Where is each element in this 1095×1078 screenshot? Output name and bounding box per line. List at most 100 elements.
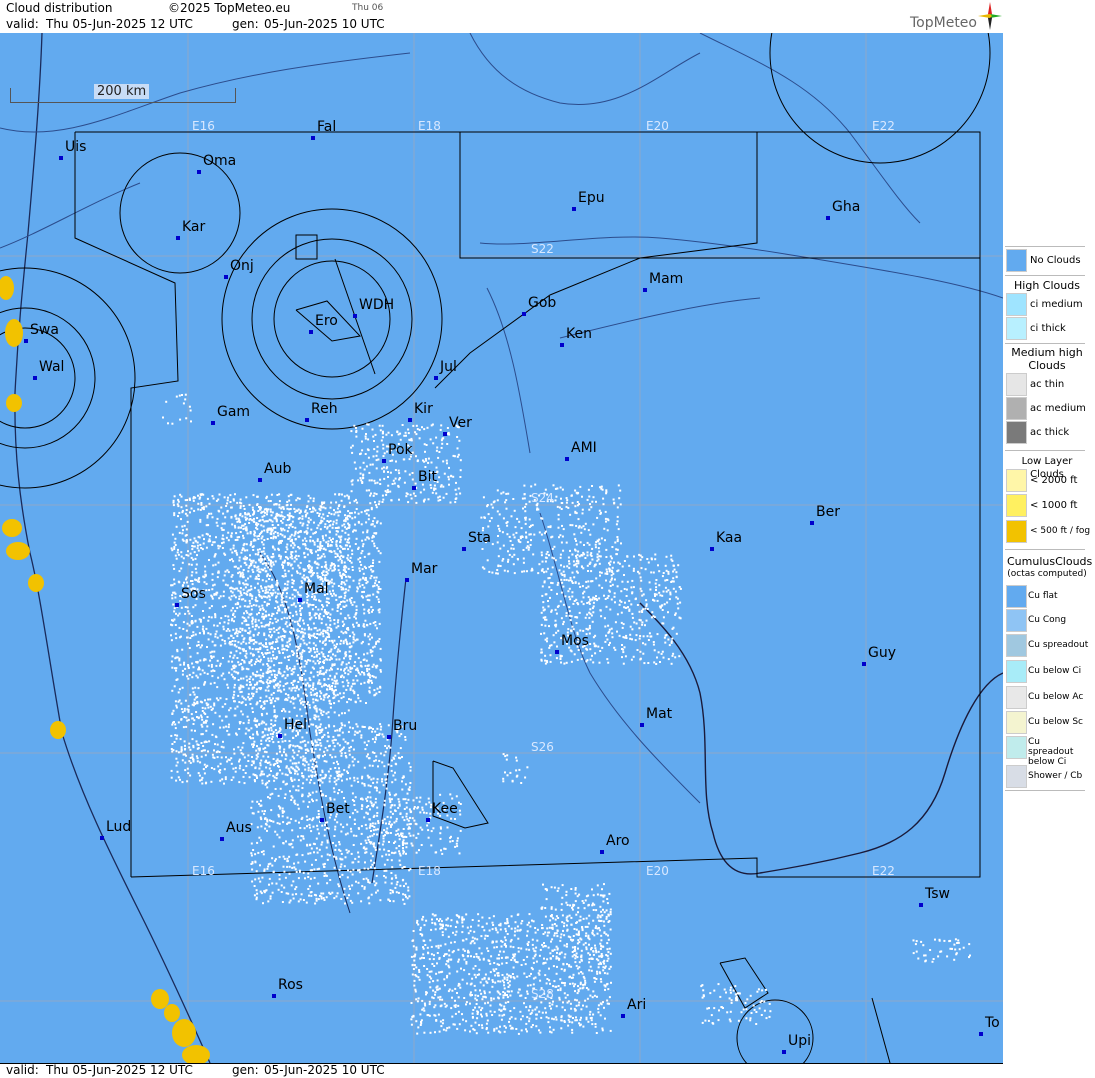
place-marker [572,207,576,211]
place-label: AMI [571,440,597,456]
river-border [640,603,1003,874]
legend-medium-header: Medium high Clouds [1007,346,1087,372]
legend-swatch [1006,609,1027,632]
grid-label-e18-top: E18 [418,119,441,133]
place-marker [100,836,104,840]
place-label: Sta [468,530,491,546]
place-label: Guy [868,645,896,661]
place-label: Mat [646,706,672,722]
place-label: Epu [578,190,605,206]
place-marker [387,735,391,739]
grid-label-e22-bottom: E22 [872,864,895,878]
place-label: Hel [284,717,307,733]
footer-valid-label: valid: [6,1063,39,1077]
compass-logo-icon [978,2,1002,30]
place-marker [826,216,830,220]
place-label: Gob [528,295,556,311]
place-label: Ari [627,997,646,1013]
legend-swatch [1006,736,1027,759]
place-label: Kir [414,401,433,417]
legend-swatch [1006,421,1027,444]
place-label: Tsw [925,886,950,902]
legend-swatch [1006,520,1027,543]
scale-bar-label: 200 km [94,84,149,99]
place-marker [320,818,324,822]
place-marker [443,432,447,436]
place-marker [782,1050,786,1054]
place-marker [560,343,564,347]
place-label: Gam [217,404,250,420]
gen-value: 05-Jun-2025 10 UTC [264,17,385,31]
graticule [0,33,1003,1063]
place-label: WDH [359,297,394,313]
grid-label-e22-top: E22 [872,119,895,133]
place-marker [412,486,416,490]
place-marker [434,376,438,380]
airspace-outlines [0,33,990,1063]
map-header: Cloud distribution ©2025 TopMeteo.eu Thu… [0,0,1003,34]
grid-label-e16-top: E16 [192,119,215,133]
place-label: Ros [278,977,303,993]
legend-label: Shower / Cb [1028,771,1082,781]
place-marker [353,314,357,318]
place-marker [408,418,412,422]
place-label: Upi [788,1033,811,1049]
place-marker [175,603,179,607]
legend-swatch [1006,585,1027,608]
place-label: Bet [326,801,350,817]
gen-label: gen: [232,17,259,31]
place-label: Mos [561,633,589,649]
place-marker [555,650,559,654]
place-marker [220,837,224,841]
copyright: ©2025 TopMeteo.eu [168,1,290,15]
legend-swatch [1006,686,1027,709]
grid-label-e18-bottom: E18 [418,864,441,878]
place-marker [862,662,866,666]
place-marker [710,547,714,551]
place-label: Ken [566,326,592,342]
place-label: Pok [388,442,413,458]
legend-swatch [1006,765,1027,788]
legend-swatch [1006,373,1027,396]
legend-cu-subheader: (octas computed) [1007,568,1087,581]
legend-swatch [1006,660,1027,683]
place-marker [224,275,228,279]
place-label: Aub [264,461,291,477]
legend-label: No Clouds [1030,255,1081,266]
place-marker [278,734,282,738]
place-marker [176,236,180,240]
place-marker [919,903,923,907]
place-marker [24,339,28,343]
place-label: Uis [65,139,86,155]
legend-swatch [1006,317,1027,340]
place-label: Oma [203,153,236,169]
legend-label: < 500 ft / fog [1030,526,1090,536]
place-marker [600,850,604,854]
place-marker [298,598,302,602]
legend-swatch [1006,293,1027,316]
place-label: Ero [315,313,338,329]
grid-label-e20-bottom: E20 [646,864,669,878]
place-label: Kaa [716,530,742,546]
day-short: Thu 06 [352,3,383,13]
place-label: Mar [411,561,437,577]
place-label: Gha [832,199,860,215]
legend-swatch [1006,634,1027,657]
map-canvas[interactable]: E16 E18 E20 E22 E16 E18 E20 E22 S22 S24 … [0,33,1004,1063]
footer-gen-value: 05-Jun-2025 10 UTC [264,1063,385,1077]
place-marker [59,156,63,160]
place-marker [979,1032,983,1036]
place-label: Fal [317,119,336,135]
low-cloud-fog-patches [0,276,210,1063]
place-marker [426,818,430,822]
cumulus-cloud-field [162,394,971,1035]
place-label: Ver [449,415,472,431]
legend-divider [1005,549,1085,550]
legend-label: < 2000 ft [1030,475,1077,486]
place-label: Jul [440,359,457,375]
legend-cu-header: CumulusClouds [1007,555,1087,568]
place-label: Ber [816,504,840,520]
place-marker [309,330,313,334]
footer-valid-value: Thu 05-Jun-2025 12 UTC [46,1063,193,1077]
legend-divider [1005,450,1085,451]
